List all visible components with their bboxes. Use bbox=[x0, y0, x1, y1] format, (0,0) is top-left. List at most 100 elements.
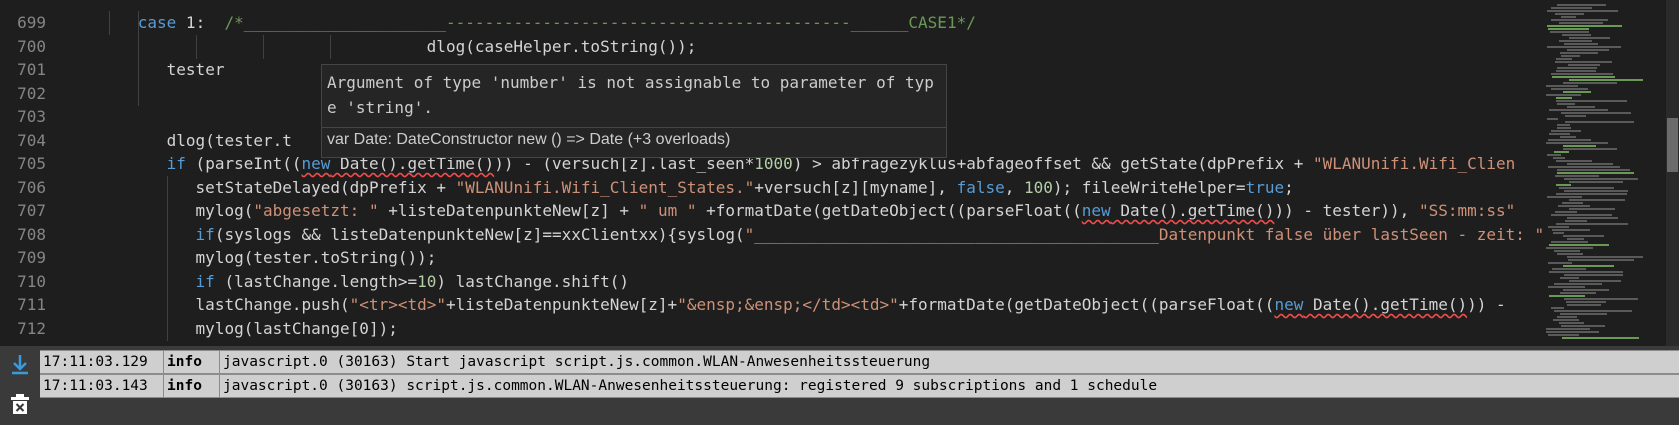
minimap-line bbox=[1557, 172, 1634, 174]
indent-guide bbox=[262, 34, 264, 59]
line-code: case 1: /*_____________________---------… bbox=[138, 11, 976, 35]
minimap[interactable] bbox=[1542, 0, 1666, 346]
code-line[interactable]: 700 dlog(caseHelper.toString()); bbox=[0, 34, 1542, 59]
minimap-line bbox=[1569, 181, 1623, 183]
line-code: mylog("abgesetzt: " +listeDatenpunkteNew… bbox=[196, 199, 1516, 223]
minimap-line bbox=[1553, 232, 1564, 234]
editor-scrollbar[interactable] bbox=[1666, 0, 1679, 346]
line-number: 709 bbox=[17, 248, 46, 267]
code-line[interactable]: 706 setStateDelayed(dpPrefix + "WLANUnifi… bbox=[0, 175, 1542, 200]
code-token: )) - tester)), bbox=[1274, 201, 1419, 220]
code-token: if bbox=[195, 224, 215, 244]
code-token: +listeDatenpunkteNew[z] + bbox=[378, 201, 639, 220]
line-number: 708 bbox=[17, 224, 46, 244]
minimap-line bbox=[1551, 73, 1613, 75]
minimap-line bbox=[1559, 322, 1584, 324]
minimap-line bbox=[1561, 16, 1576, 18]
minimap-line bbox=[1547, 154, 1561, 156]
indent-guide bbox=[166, 175, 168, 200]
minimap-line bbox=[1549, 244, 1609, 246]
minimap-line bbox=[1547, 10, 1618, 12]
minimap-line bbox=[1546, 331, 1599, 333]
log-time: 17:11:03.143 bbox=[40, 375, 164, 397]
code-token: )) - bbox=[1467, 295, 1516, 314]
line-code: mylog(tester.toString()); bbox=[196, 246, 437, 270]
minimap-line bbox=[1556, 160, 1592, 162]
code-line[interactable]: 707 mylog("abgesetzt: " +listeDatenpunkte… bbox=[0, 199, 1542, 223]
minimap-line bbox=[1563, 145, 1596, 147]
minimap-line bbox=[1552, 229, 1590, 231]
log-row: 17:11:03.143 info javascript.0 (30163) scr… bbox=[40, 374, 1679, 398]
code-token: (syslogs && listeDatenpunkteNew[z]==xxCl… bbox=[214, 224, 745, 244]
code-line[interactable]: 709 mylog(tester.toString()); bbox=[0, 246, 1542, 270]
code-token: new bbox=[1081, 201, 1111, 220]
minimap-line bbox=[1554, 151, 1569, 153]
indent-guide bbox=[166, 246, 168, 270]
line-code: dlog(caseHelper.toString()); bbox=[427, 35, 697, 59]
code-token: 1: bbox=[176, 13, 225, 32]
minimap-line bbox=[1565, 220, 1587, 222]
minimap-line bbox=[1551, 241, 1588, 243]
minimap-line bbox=[1546, 94, 1581, 96]
code-line[interactable]: 712 mylog(lastChange[0]); bbox=[0, 316, 1542, 341]
log-toolbar bbox=[0, 346, 40, 425]
minimap-line bbox=[1562, 202, 1583, 204]
minimap-line bbox=[1551, 307, 1564, 309]
line-number: 710 bbox=[17, 271, 46, 291]
minimap-line bbox=[1557, 124, 1570, 126]
indent-guide bbox=[108, 11, 110, 35]
log-severity: info bbox=[164, 375, 220, 397]
minimap-line bbox=[1569, 37, 1610, 39]
minimap-line bbox=[1552, 268, 1586, 270]
minimap-line bbox=[1560, 136, 1576, 138]
minimap-line bbox=[1563, 82, 1617, 84]
code-token: "<tr><td>" bbox=[349, 295, 446, 314]
minimap-line bbox=[1559, 22, 1603, 24]
line-number: 703 bbox=[17, 107, 46, 126]
minimap-line bbox=[1548, 262, 1572, 264]
code-line[interactable]: 699 case 1: /*_____________________------… bbox=[0, 11, 1542, 35]
minimap-line bbox=[1546, 85, 1578, 87]
minimap-line bbox=[1559, 40, 1592, 42]
minimap-line bbox=[1556, 97, 1572, 99]
minimap-line bbox=[1561, 325, 1605, 327]
minimap-line bbox=[1564, 178, 1638, 180]
minimap-line bbox=[1547, 25, 1622, 27]
log-time: 17:11:03.129 bbox=[40, 351, 164, 373]
scroll-down-icon[interactable] bbox=[8, 352, 32, 376]
minimap-line bbox=[1561, 55, 1580, 57]
code-token: 100 bbox=[1024, 177, 1053, 197]
minimap-line bbox=[1557, 67, 1597, 69]
code-token: ----------------------------------------… bbox=[446, 13, 851, 32]
minimap-line bbox=[1550, 31, 1589, 33]
minimap-line bbox=[1551, 130, 1581, 132]
code-token: /*_____________________ bbox=[224, 13, 447, 32]
minimap-line bbox=[1565, 115, 1586, 117]
line-code: tester bbox=[167, 58, 225, 82]
editor-lines[interactable]: 699 case 1: /*_____________________------… bbox=[0, 0, 1542, 346]
code-editor[interactable]: 699 case 1: /*_____________________------… bbox=[0, 0, 1679, 346]
code-token: if bbox=[195, 271, 215, 291]
code-token: " um " bbox=[638, 201, 697, 220]
minimap-line bbox=[1564, 43, 1598, 45]
minimap-line bbox=[1547, 196, 1582, 198]
minimap-line bbox=[1551, 214, 1612, 216]
code-token: (lastChange.length>= bbox=[214, 271, 418, 291]
minimap-line bbox=[1569, 208, 1615, 210]
minimap-line bbox=[1557, 253, 1583, 255]
scrollbar-thumb[interactable] bbox=[1667, 118, 1678, 172]
clear-log-icon[interactable] bbox=[8, 392, 32, 416]
code-line[interactable]: 710 if (lastChange.length>=10) lastChange… bbox=[0, 269, 1542, 294]
code-line[interactable]: 711 lastChange.push("<tr><td>"+listeDaten… bbox=[0, 293, 1542, 317]
line-number: 711 bbox=[17, 295, 46, 314]
code-line[interactable]: 708 if(syslogs && listeDatenpunkteNew[z]=… bbox=[0, 222, 1542, 247]
minimap-line bbox=[1554, 250, 1580, 252]
error-message: Argument of type 'number' is not assigna… bbox=[327, 73, 934, 117]
minimap-line bbox=[1563, 148, 1617, 150]
minimap-line bbox=[1558, 205, 1590, 207]
code-token: ______CASE1*/ bbox=[850, 13, 976, 32]
minimap-line bbox=[1560, 292, 1596, 294]
code-token: +listeDatenpunkteNew[z]+ bbox=[446, 295, 678, 314]
line-code: if(syslogs && listeDatenpunkteNew[z]==xx… bbox=[196, 223, 1542, 247]
minimap-line bbox=[1552, 76, 1615, 78]
